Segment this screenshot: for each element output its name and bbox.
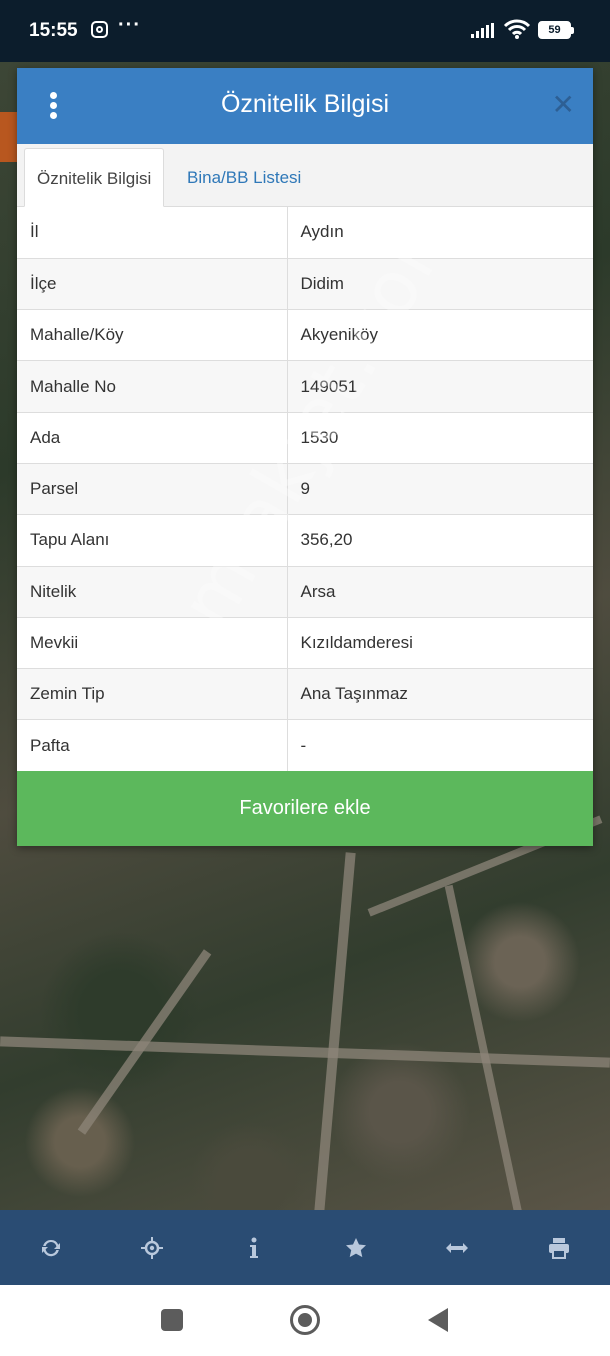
attribute-key: İl (17, 207, 288, 259)
status-time: 15:55 (29, 20, 78, 41)
battery-icon: 59 (538, 21, 574, 39)
table-row: Mahalle/Köy Akyeniköy (17, 309, 593, 362)
add-to-favorites-button[interactable]: Favorilere ekle (17, 771, 593, 846)
bottom-toolbar (0, 1210, 610, 1285)
attribute-value: Didim (287, 258, 593, 311)
attribute-key: Parsel (17, 463, 288, 516)
table-row: İlçe Didim (17, 258, 593, 311)
dialog-header: Öznitelik Bilgisi ✕ (17, 68, 593, 144)
table-row: Pafta - (17, 719, 593, 772)
measure-icon[interactable] (432, 1223, 482, 1273)
table-row: Tapu Alanı 356,20 (17, 514, 593, 567)
table-row: Mahalle No 149051 (17, 360, 593, 413)
attribute-key: Ada (17, 412, 288, 464)
dialog-tabs: Öznitelik Bilgisi Bina/BB Listesi (17, 144, 593, 207)
locate-icon[interactable] (127, 1223, 177, 1273)
attribute-key: İlçe (17, 258, 288, 311)
map-road (314, 852, 356, 1212)
attribute-table: İl Aydın İlçe Didim Mahalle/Köy Akyeniköy Maha… (17, 207, 593, 772)
recents-button[interactable] (161, 1309, 183, 1331)
attribute-value: Akyeniköy (287, 309, 593, 362)
table-row: Zemin Tip Ana Taşınmaz (17, 668, 593, 721)
star-icon[interactable] (331, 1223, 381, 1273)
table-row: Ada 1530 (17, 412, 593, 464)
instagram-icon (91, 21, 108, 38)
refresh-icon[interactable] (26, 1223, 76, 1273)
attribute-key: Tapu Alanı (17, 514, 288, 567)
home-button[interactable] (290, 1305, 320, 1335)
attribute-key: Mevkii (17, 617, 288, 670)
tab-building-list[interactable]: Bina/BB Listesi (175, 148, 313, 207)
attribute-key: Mahalle/Köy (17, 309, 288, 362)
attribute-value: 149051 (287, 360, 593, 413)
attribute-key: Mahalle No (17, 360, 288, 413)
attribute-key: Zemin Tip (17, 668, 288, 721)
battery-level: 59 (548, 24, 561, 36)
back-button[interactable] (428, 1308, 448, 1332)
table-row: Mevkii Kızıldamderesi (17, 617, 593, 670)
map-road (0, 1036, 610, 1068)
info-icon[interactable] (229, 1223, 279, 1273)
close-icon[interactable]: ✕ (552, 90, 575, 120)
more-notifications-icon: ··· (118, 14, 141, 36)
attribute-value: 356,20 (287, 514, 593, 567)
attribute-value: 1530 (287, 412, 593, 464)
attribute-info-dialog: Öznitelik Bilgisi ✕ Öznitelik Bilgisi Bi… (17, 68, 593, 846)
attribute-value: Ana Taşınmaz (287, 668, 593, 721)
attribute-value: Arsa (287, 566, 593, 618)
status-bar: 15:55 ··· 59 (0, 0, 610, 62)
table-row: Parsel 9 (17, 463, 593, 516)
table-row: Nitelik Arsa (17, 566, 593, 618)
attribute-value: 9 (287, 463, 593, 516)
print-icon[interactable] (534, 1223, 584, 1273)
signal-icon (471, 23, 494, 38)
attribute-key: Nitelik (17, 566, 288, 618)
attribute-value: Kızıldamderesi (287, 617, 593, 670)
attribute-value: - (287, 719, 593, 772)
wifi-icon (503, 19, 531, 39)
dialog-title: Öznitelik Bilgisi (220, 90, 390, 118)
attribute-value: Aydın (287, 207, 593, 259)
table-row: İl Aydın (17, 207, 593, 259)
attribute-key: Pafta (17, 719, 288, 772)
android-nav-bar (0, 1285, 610, 1356)
tab-attribute-info[interactable]: Öznitelik Bilgisi (24, 148, 165, 207)
